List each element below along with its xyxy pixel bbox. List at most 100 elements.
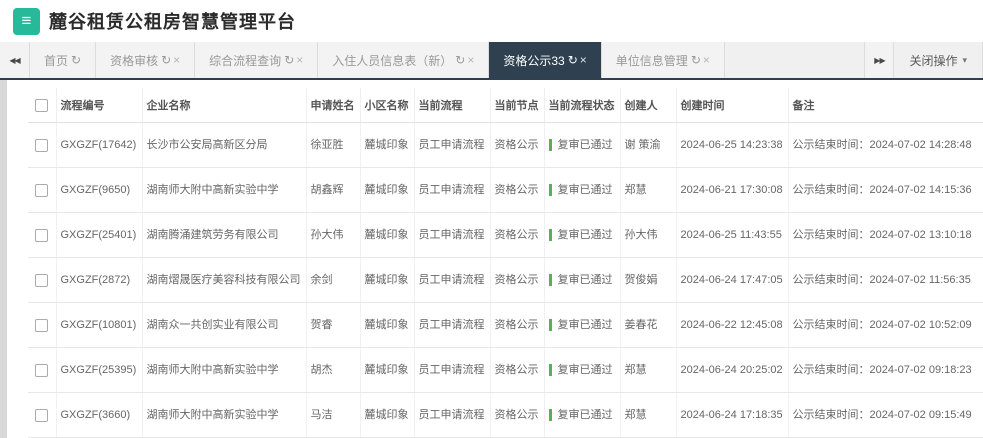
- refresh-icon[interactable]: ↻: [455, 53, 465, 67]
- double-left-arrow-icon: ◀◀: [9, 55, 20, 65]
- select-all-header-cell: [28, 88, 57, 123]
- col-header-company: 企业名称: [142, 88, 307, 123]
- cell-created: 2024-06-25 14:23:38: [676, 122, 789, 168]
- status-badge: 复审已通过: [548, 274, 613, 286]
- content-area: 流程编号 企业名称 申请姓名 小区名称 当前流程 当前节点 当前流程状态 创建人 创建时间 备注 …: [0, 80, 983, 438]
- close-icon[interactable]: ×: [296, 53, 303, 67]
- cell-creator: 贺俊娟: [620, 257, 677, 303]
- row-checkbox[interactable]: [35, 138, 49, 152]
- col-header-flow: 当前流程: [414, 88, 491, 123]
- tab-5[interactable]: 单位信息管理 ↻ ×: [601, 42, 725, 78]
- cell-creator: 谢 策渝: [620, 122, 677, 168]
- cell-applicant: 胡鑫辉: [306, 167, 361, 213]
- col-header-id: 流程编号: [56, 88, 143, 123]
- cell-applicant: 余剑: [306, 257, 361, 303]
- cell-company: 湖南众一共创实业有限公司: [142, 302, 307, 348]
- col-header-creator: 创建人: [620, 88, 677, 123]
- cell-check: [28, 212, 57, 258]
- close-icon[interactable]: ×: [467, 53, 474, 67]
- cell-check: [28, 122, 57, 168]
- status-badge: 复审已通过: [548, 184, 613, 196]
- close-icon[interactable]: ×: [703, 53, 710, 67]
- scroll-tabs-right-button[interactable]: ▶▶: [864, 42, 895, 78]
- status-badge: 复审已通过: [548, 319, 613, 331]
- cell-creator: 孙大伟: [620, 212, 677, 258]
- cell-check: [28, 347, 57, 393]
- cell-node: 资格公示: [490, 212, 545, 258]
- tab-3[interactable]: 入住人员信息表（新） ↻ ×: [318, 42, 490, 78]
- row-checkbox[interactable]: [35, 273, 49, 287]
- cell-applicant: 贺睿: [306, 302, 361, 348]
- tab-2[interactable]: 综合流程查询 ↻ ×: [195, 42, 319, 78]
- cell-id: GXGZF(10801): [56, 302, 143, 348]
- refresh-icon[interactable]: ↻: [691, 53, 701, 67]
- table-row: GXGZF(2872) 湖南熠晟医疗美容科技有限公司 余剑 麓城印象 员工申请流程 资格公…: [28, 257, 983, 303]
- row-checkbox[interactable]: [35, 408, 49, 422]
- cell-company: 湖南腾涌建筑劳务有限公司: [142, 212, 307, 258]
- cell-community: 麓城印象: [360, 257, 415, 303]
- status-badge: 复审已通过: [548, 229, 613, 241]
- collapsed-sidebar[interactable]: [0, 80, 7, 438]
- col-header-created: 创建时间: [676, 88, 789, 123]
- tab-1[interactable]: 资格审核 ↻ ×: [96, 42, 196, 78]
- cell-applicant: 孙大伟: [306, 212, 361, 258]
- cell-community: 麓城印象: [360, 122, 415, 168]
- col-header-community: 小区名称: [360, 88, 415, 123]
- cell-applicant: 马洁: [306, 392, 361, 438]
- tab-list: 首页 ↻ 资格审核 ↻ × 综合流程查询 ↻ × 入住人员信息表（新） ↻ × 资格公示33 ↻ × 单位信…: [30, 42, 864, 78]
- cell-remark: 公示结束时间：2024-07-02 10:52:09: [788, 302, 983, 348]
- app-title: 麓谷租赁公租房智慧管理平台: [49, 12, 296, 32]
- cell-remark: 公示结束时间：2024-07-02 11:56:35: [788, 257, 983, 303]
- cell-node: 资格公示: [490, 347, 545, 393]
- cell-id: GXGZF(2872): [56, 257, 143, 303]
- close-icon[interactable]: ×: [173, 53, 180, 67]
- status-badge: 复审已通过: [548, 139, 613, 151]
- table-row: GXGZF(3660) 湖南师大附中高新实验中学 马洁 麓城印象 员工申请流程 资格公示复…: [28, 392, 983, 438]
- cell-community: 麓城印象: [360, 302, 415, 348]
- tab-label: 资格审核: [110, 53, 159, 68]
- cell-flow: 员工申请流程: [414, 392, 491, 438]
- cell-created: 2024-06-22 12:45:08: [676, 302, 789, 348]
- select-all-checkbox[interactable]: [35, 98, 49, 112]
- row-checkbox[interactable]: [35, 183, 49, 197]
- refresh-icon[interactable]: ↻: [568, 53, 578, 67]
- tab-0[interactable]: 首页 ↻: [30, 42, 97, 78]
- cell-check: [28, 302, 57, 348]
- tab-label: 首页: [44, 53, 69, 68]
- cell-id: GXGZF(9650): [56, 167, 143, 213]
- row-checkbox[interactable]: [35, 228, 49, 242]
- scroll-tabs-left-button[interactable]: ◀◀: [0, 42, 30, 78]
- status-badge: 复审已通过: [548, 409, 613, 421]
- table-row: GXGZF(9650) 湖南师大附中高新实验中学 胡鑫辉 麓城印象 员工申请流程 资格公示…: [28, 167, 983, 213]
- cell-created: 2024-06-24 17:47:05: [676, 257, 789, 303]
- cell-flow: 员工申请流程: [414, 122, 491, 168]
- tab-label: 综合流程查询: [209, 53, 282, 68]
- cell-community: 麓城印象: [360, 212, 415, 258]
- table-row: GXGZF(10801) 湖南众一共创实业有限公司 贺睿 麓城印象 员工申请流程 资格公示…: [28, 302, 983, 348]
- close-operations-dropdown[interactable]: 关闭操作 ▾: [894, 42, 983, 78]
- cell-remark: 公示结束时间：2024-07-02 14:28:48: [788, 122, 983, 168]
- cell-check: [28, 392, 57, 438]
- cell-status: 复审已通过: [544, 257, 621, 303]
- refresh-icon[interactable]: ↻: [161, 53, 171, 67]
- row-checkbox[interactable]: [35, 363, 49, 377]
- cell-id: GXGZF(25395): [56, 347, 143, 393]
- close-icon[interactable]: ×: [580, 53, 587, 67]
- cell-id: GXGZF(3660): [56, 392, 143, 438]
- cell-created: 2024-06-24 20:25:02: [676, 347, 789, 393]
- cell-company: 湖南师大附中高新实验中学: [142, 347, 307, 393]
- tab-4[interactable]: 资格公示33 ↻ ×: [489, 42, 602, 78]
- tab-bar: ◀◀ 首页 ↻ 资格审核 ↻ × 综合流程查询 ↻ × 入住人员信息表（新） ↻ × 资格公示33 ↻ ×…: [0, 42, 983, 80]
- refresh-icon[interactable]: ↻: [71, 53, 81, 67]
- qualification-publicity-table: 流程编号 企业名称 申请姓名 小区名称 当前流程 当前节点 当前流程状态 创建人 创建时间 备注 …: [28, 88, 983, 438]
- cell-status: 复审已通过: [544, 347, 621, 393]
- hamburger-icon: ≡: [21, 11, 32, 30]
- menu-toggle-button[interactable]: ≡: [13, 7, 40, 35]
- close-operations-label: 关闭操作: [909, 53, 958, 68]
- cell-node: 资格公示: [490, 257, 545, 303]
- cell-creator: 姜春花: [620, 302, 677, 348]
- cell-id: GXGZF(25401): [56, 212, 143, 258]
- row-checkbox[interactable]: [35, 318, 49, 332]
- refresh-icon[interactable]: ↻: [284, 53, 294, 67]
- cell-node: 资格公示: [490, 167, 545, 213]
